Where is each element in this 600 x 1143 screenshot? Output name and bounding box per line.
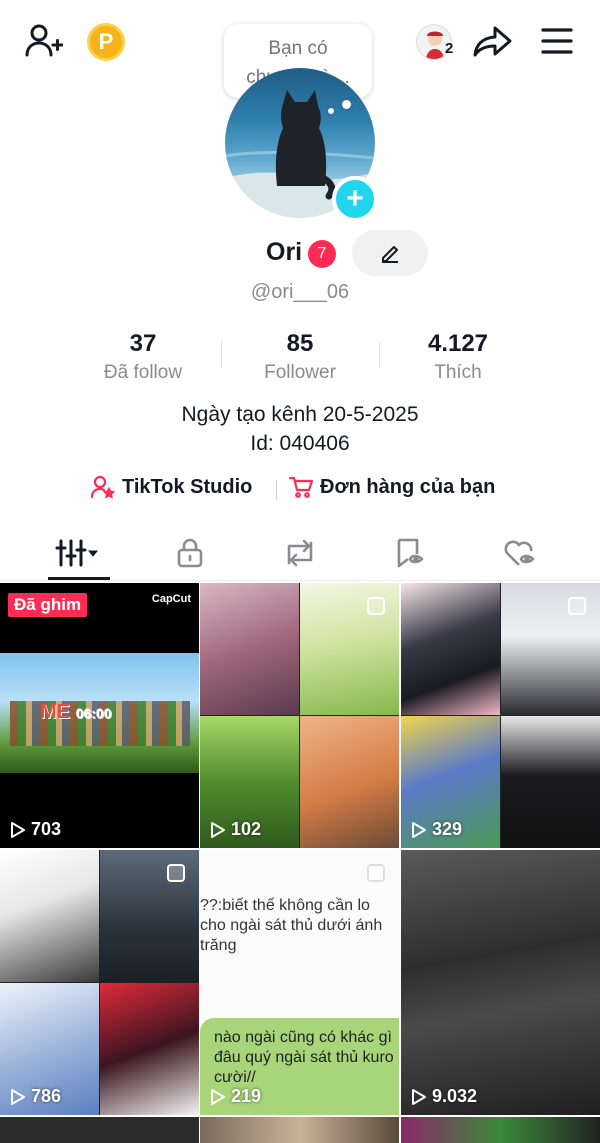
friends-count: 2: [445, 40, 454, 57]
view-count-value: 786: [31, 1086, 62, 1106]
stat-value: 37: [129, 330, 157, 357]
stat-following[interactable]: 37 Đã follow: [63, 330, 223, 384]
pencil-icon: [382, 246, 398, 263]
divider: [276, 480, 277, 500]
view-count: 102: [210, 819, 261, 840]
share-icon[interactable]: [472, 20, 514, 62]
video-thumbnail[interactable]: [200, 1117, 399, 1143]
tab-videos[interactable]: [28, 525, 128, 581]
content-tabs: [0, 525, 600, 581]
capcut-watermark: CapCut: [151, 593, 191, 605]
pinned-badge: Đã ghim: [8, 593, 88, 617]
tiktok-studio-label: TikTok Studio: [122, 475, 253, 498]
bio-line1: Ngày tạo kênh 20-5-2025: [181, 403, 419, 426]
multi-image-icon: [568, 597, 586, 615]
view-count: 329: [411, 819, 462, 840]
cart-icon: [288, 476, 314, 498]
tab-reposts[interactable]: [250, 525, 350, 581]
bio: Ngày tạo kênh 20-5-2025 Id: 040406: [0, 400, 600, 458]
bookmark-icon: [397, 538, 424, 568]
display-name: Ori: [266, 238, 303, 266]
view-count-value: 9.032: [432, 1086, 478, 1106]
play-icon: [412, 821, 426, 838]
tab-liked[interactable]: [470, 525, 570, 581]
bubble-tail-small: [328, 108, 334, 114]
view-count: 219: [210, 1086, 261, 1107]
view-count-value: 219: [231, 1086, 262, 1106]
studio-person-star-icon: [90, 475, 116, 499]
stat-label: Thích: [434, 362, 482, 383]
coin-icon: P: [87, 23, 125, 61]
video-title-art: ME 06:00: [40, 701, 112, 723]
view-count: 786: [10, 1086, 61, 1107]
add-story-button[interactable]: +: [332, 176, 378, 222]
stat-likes[interactable]: 4.127 Thích: [378, 330, 538, 384]
video-thumbnail[interactable]: ME 06:00 Đã ghim CapCut 703: [0, 583, 199, 848]
grid-icon: [55, 539, 99, 567]
video-thumbnail[interactable]: 786: [0, 850, 199, 1115]
view-count-value: 102: [231, 819, 262, 839]
tab-private[interactable]: [140, 525, 240, 581]
view-count: 9.032: [411, 1086, 477, 1107]
username: @ori___06: [250, 281, 350, 303]
play-icon: [11, 1088, 25, 1105]
coins-button[interactable]: P: [86, 22, 126, 62]
play-icon: [211, 821, 225, 838]
status-bubble-line1: Bạn có: [268, 38, 328, 59]
heart-icon: [504, 540, 535, 566]
multi-image-icon: [367, 597, 385, 615]
bubble-tail: [342, 100, 351, 109]
tab-favorites[interactable]: [360, 525, 460, 581]
active-tab-indicator: [48, 577, 110, 580]
multi-image-icon: [367, 864, 385, 882]
tiktok-studio-link[interactable]: TikTok Studio: [90, 474, 252, 500]
play-icon: [412, 1088, 426, 1105]
video-thumbnail[interactable]: [0, 1117, 199, 1143]
video-caption: ??:biết thế không cần lo cho ngài sát th…: [200, 897, 383, 954]
video-thumbnail[interactable]: 329: [401, 583, 600, 848]
video-reply-text: nào ngài cũng có khác gì đâu quý ngài sá…: [214, 1029, 394, 1086]
friends-button[interactable]: 2: [410, 22, 458, 62]
stat-value: 85: [286, 330, 314, 357]
stats-row: 37 Đã follow 85 Follower 4.127 Thích: [0, 330, 600, 390]
play-icon: [211, 1088, 225, 1105]
name-row: Ori 7: [0, 230, 600, 276]
notification-badge[interactable]: 7: [308, 240, 336, 268]
video-thumbnail[interactable]: 9.032: [401, 850, 600, 1115]
profile-links: TikTok Studio Đơn hàng của bạn: [0, 474, 600, 506]
repost-icon: [287, 539, 313, 567]
bio-line2: Id: 040406: [250, 432, 350, 455]
video-thumbnail[interactable]: 102: [200, 583, 399, 848]
video-thumbnail[interactable]: ??:biết thế không cần lo cho ngài sát th…: [200, 850, 399, 1115]
orders-link[interactable]: Đơn hàng của bạn: [288, 474, 495, 500]
video-thumbnail[interactable]: [401, 1117, 600, 1143]
stat-label: Đã follow: [103, 362, 183, 383]
edit-profile-button[interactable]: [352, 230, 428, 276]
stat-label: Follower: [264, 362, 336, 383]
stat-value: 4.127: [427, 330, 489, 357]
add-friend-icon[interactable]: [22, 20, 64, 62]
orders-label: Đơn hàng của bạn: [320, 475, 496, 498]
multi-image-icon: [167, 864, 185, 882]
menu-icon[interactable]: [536, 20, 578, 62]
lock-icon: [177, 538, 203, 568]
view-count-value: 329: [432, 819, 463, 839]
play-icon: [11, 821, 25, 838]
view-count: 703: [10, 819, 61, 840]
stat-followers[interactable]: 85 Follower: [220, 330, 380, 384]
view-count-value: 703: [31, 819, 62, 839]
